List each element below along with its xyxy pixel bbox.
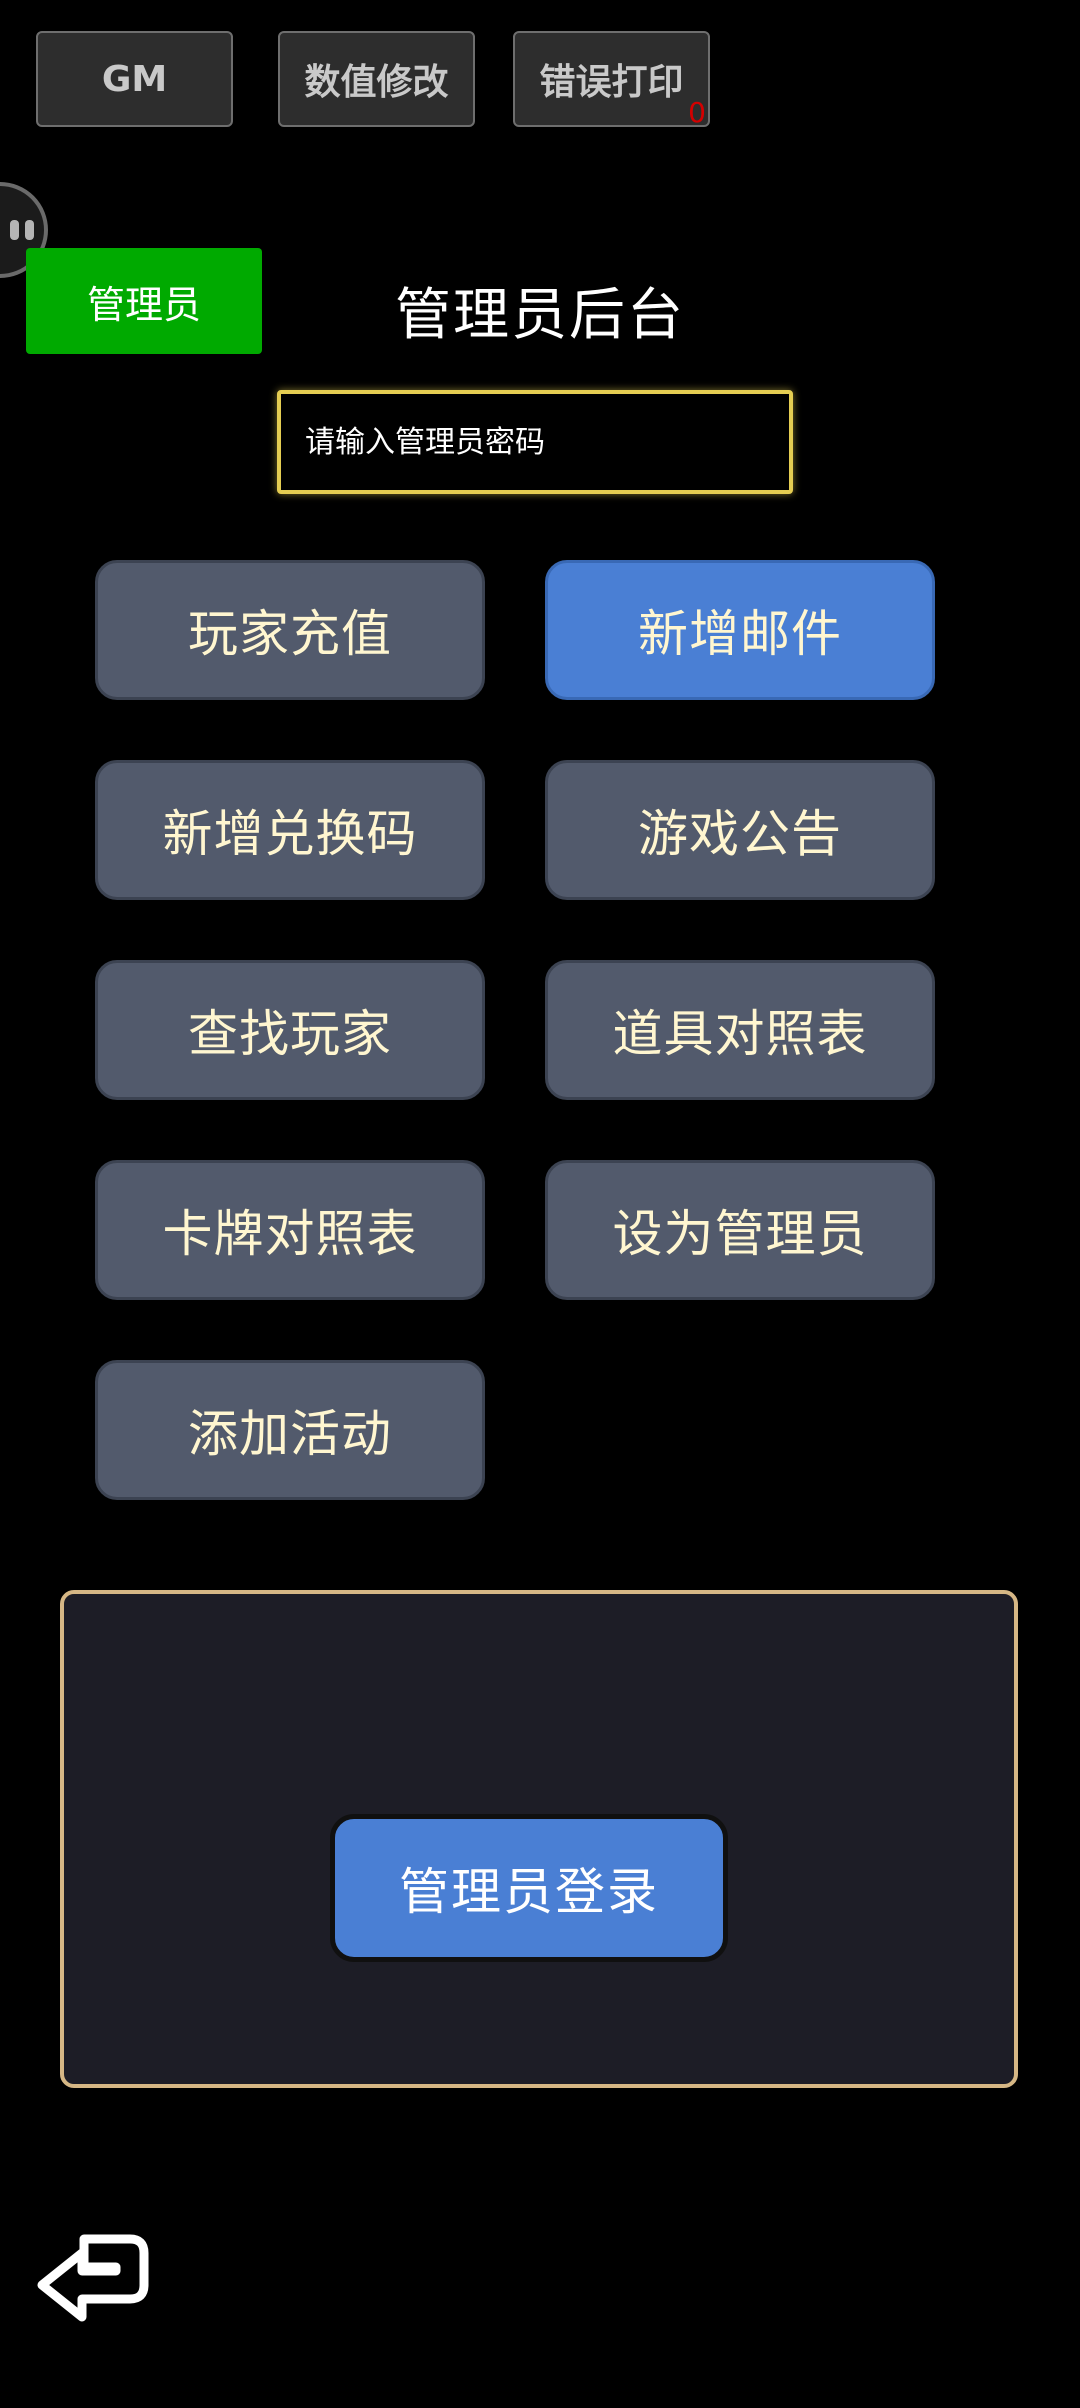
recharge-player-button[interactable]: 玩家充值 [95, 560, 485, 700]
menu-button-label: 卡牌对照表 [162, 1205, 418, 1263]
menu-button-label: 查找玩家 [188, 1005, 392, 1063]
menu-button-label: 道具对照表 [612, 1005, 868, 1063]
add-mail-button[interactable]: 新增邮件 [545, 560, 935, 700]
add-redeem-code-button[interactable]: 新增兑换码 [95, 760, 485, 900]
menu-button-label: 新增邮件 [638, 605, 842, 663]
admin-login-button-label: 管理员登录 [399, 1863, 659, 1921]
menu-button-label: 游戏公告 [638, 805, 842, 863]
menu-button-label: 玩家充值 [188, 605, 392, 663]
gm-button[interactable]: GM [36, 31, 233, 127]
item-reference-table-button[interactable]: 道具对照表 [545, 960, 935, 1100]
error-count-badge: 0 [688, 96, 706, 129]
error-print-button-label: 错误打印 [539, 62, 684, 103]
menu-button-label: 新增兑换码 [162, 805, 418, 863]
role-badge-label: 管理员 [86, 282, 201, 327]
gm-button-label: GM [101, 58, 168, 100]
return-arrow-icon[interactable] [32, 2225, 158, 2337]
value-edit-button[interactable]: 数值修改 [278, 31, 475, 127]
menu-button-label: 设为管理员 [612, 1205, 868, 1263]
add-event-button[interactable]: 添加活动 [95, 1360, 485, 1500]
admin-login-button[interactable]: 管理员登录 [330, 1814, 728, 1962]
set-as-admin-button[interactable]: 设为管理员 [545, 1160, 935, 1300]
find-player-button[interactable]: 查找玩家 [95, 960, 485, 1100]
page-title: 管理员后台 [395, 283, 685, 348]
card-reference-table-button[interactable]: 卡牌对照表 [95, 1160, 485, 1300]
menu-button-label: 添加活动 [188, 1405, 392, 1463]
admin-password-input[interactable] [277, 390, 793, 494]
game-announcement-button[interactable]: 游戏公告 [545, 760, 935, 900]
error-print-button[interactable]: 错误打印 0 [513, 31, 710, 129]
role-badge[interactable]: 管理员 [26, 248, 262, 354]
value-edit-button-label: 数值修改 [304, 62, 449, 103]
